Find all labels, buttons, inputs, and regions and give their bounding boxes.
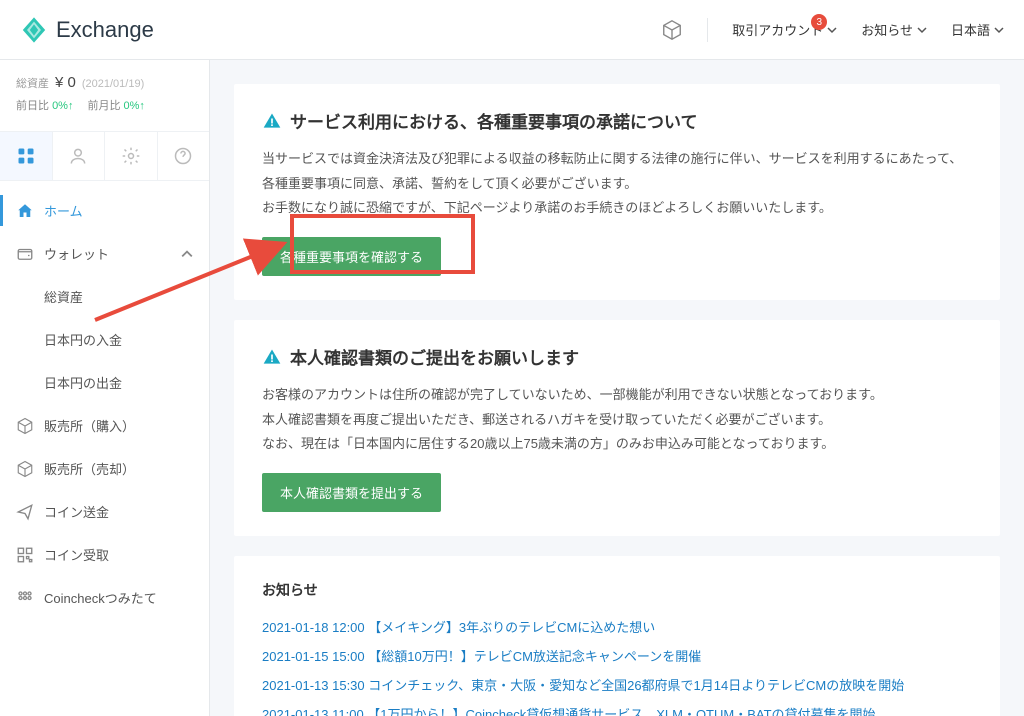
tab-account[interactable]: [53, 132, 106, 180]
nav-receive[interactable]: コイン受取: [0, 533, 209, 576]
chevron-down-icon: [917, 25, 927, 35]
stack-icon: [16, 589, 34, 607]
home-icon: [16, 202, 34, 220]
sidebar: 総資産 ¥ 0 (2021/01/19) 前日比 0%↑ 前月比 0%↑: [0, 60, 210, 716]
sidebar-tabs: [0, 131, 209, 181]
total-label: 総資産: [16, 75, 49, 91]
warning-icon: [262, 347, 282, 367]
chevron-down-icon: [994, 25, 1004, 35]
account-badge: 3: [811, 14, 827, 30]
card-news: お知らせ 2021-01-18 12:00 【メイキング】3年ぶりのテレビCMに…: [234, 556, 1000, 716]
news-item[interactable]: 2021-01-13 11:00 【1万円から！】Coincheck貸仮想通貨サ…: [262, 699, 972, 716]
news-list: 2021-01-18 12:00 【メイキング】3年ぶりのテレビCMに込めた想い…: [262, 612, 972, 716]
nav-tsumitate-label: Coincheckつみたて: [44, 588, 157, 607]
nav-sell[interactable]: 販売所（売却）: [0, 447, 209, 490]
warning-icon: [262, 111, 282, 131]
nav-home-label: ホーム: [44, 201, 83, 220]
news-title: お知らせ: [262, 580, 972, 600]
logo-text: Exchange: [56, 17, 154, 43]
user-icon: [68, 146, 88, 166]
grid-icon: [16, 146, 36, 166]
gear-icon: [121, 146, 141, 166]
header-notice[interactable]: お知らせ: [861, 20, 927, 39]
nav-buy-label: 販売所（購入）: [44, 416, 135, 435]
card-terms-title: サービス利用における、各種重要事項の承諾について: [290, 108, 698, 133]
nav-send[interactable]: コイン送金: [0, 490, 209, 533]
tab-dashboard[interactable]: [0, 132, 53, 180]
nav-buy[interactable]: 販売所（購入）: [0, 404, 209, 447]
header: Exchange 取引アカウント 3 お知らせ 日本語: [0, 0, 1024, 60]
header-lang[interactable]: 日本語: [951, 20, 1004, 39]
chevron-down-icon: [827, 25, 837, 35]
nav-receive-label: コイン受取: [44, 545, 109, 564]
nav-wallet-label: ウォレット: [44, 244, 109, 263]
dod-label: 前日比: [16, 100, 49, 112]
nav-send-label: コイン送金: [44, 502, 109, 521]
cube-icon[interactable]: [661, 19, 683, 41]
sidebar-nav: ホーム ウォレット 総資産 日本円の入金 日本円の出金 販売所（購入） 販売所（…: [0, 189, 209, 619]
nav-wallet-total[interactable]: 総資産: [0, 275, 209, 318]
nav-tsumitate[interactable]: Coincheckつみたて: [0, 576, 209, 619]
total-value: ¥ 0: [55, 74, 76, 91]
news-item[interactable]: 2021-01-18 12:00 【メイキング】3年ぶりのテレビCMに込めた想い: [262, 612, 972, 641]
tab-settings[interactable]: [105, 132, 158, 180]
balance-date: (2021/01/19): [82, 78, 144, 90]
qr-icon: [16, 546, 34, 564]
dod-value: 0%↑: [52, 100, 73, 112]
mom-value: 0%↑: [124, 100, 145, 112]
confirm-terms-button[interactable]: 各種重要事項を確認する: [262, 237, 441, 276]
wallet-icon: [16, 245, 34, 263]
logo[interactable]: Exchange: [20, 16, 154, 44]
nav-wallet-deposit[interactable]: 日本円の入金: [0, 318, 209, 361]
header-notice-label: お知らせ: [861, 20, 913, 39]
cube-icon: [16, 417, 34, 435]
send-icon: [16, 503, 34, 521]
main-content: サービス利用における、各種重要事項の承諾について 当サービスでは資金決済法及び犯…: [210, 60, 1024, 716]
card-terms: サービス利用における、各種重要事項の承諾について 当サービスでは資金決済法及び犯…: [234, 84, 1000, 300]
news-item[interactable]: 2021-01-15 15:00 【総額10万円！】テレビCM放送記念キャンペー…: [262, 641, 972, 670]
logo-icon: [20, 16, 48, 44]
header-account[interactable]: 取引アカウント 3: [732, 20, 837, 39]
news-item[interactable]: 2021-01-13 15:30 コインチェック、東京・大阪・愛知など全国26都…: [262, 670, 972, 699]
mom-label: 前月比: [87, 100, 120, 112]
header-lang-label: 日本語: [951, 20, 990, 39]
tab-help[interactable]: [158, 132, 210, 180]
help-icon: [173, 146, 193, 166]
card-kyc: 本人確認書類のご提出をお願いします お客様のアカウントは住所の確認が完了していな…: [234, 320, 1000, 536]
sidebar-balance-info: 総資産 ¥ 0 (2021/01/19) 前日比 0%↑ 前月比 0%↑: [0, 60, 209, 123]
submit-kyc-button[interactable]: 本人確認書類を提出する: [262, 473, 441, 512]
nav-wallet[interactable]: ウォレット: [0, 232, 209, 275]
card-kyc-title: 本人確認書類のご提出をお願いします: [290, 344, 579, 369]
chevron-up-icon: [181, 248, 193, 260]
nav-wallet-withdraw[interactable]: 日本円の出金: [0, 361, 209, 404]
card-kyc-body: お客様のアカウントは住所の確認が完了していないため、一部機能が利用できない状態と…: [262, 383, 972, 457]
header-account-label: 取引アカウント: [732, 20, 823, 39]
cube-icon: [16, 460, 34, 478]
card-terms-body: 当サービスでは資金決済法及び犯罪による収益の移転防止に関する法律の施行に伴い、サ…: [262, 147, 972, 221]
nav-home[interactable]: ホーム: [0, 189, 209, 232]
nav-sell-label: 販売所（売却）: [44, 459, 135, 478]
